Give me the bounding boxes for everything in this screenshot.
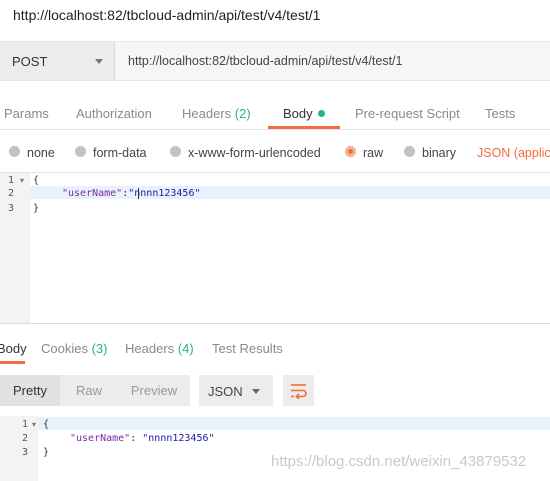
response-active-tab-indicator [0,361,25,364]
json-key: "userName" [62,188,123,199]
response-format-label: JSON [208,384,243,399]
radio-none[interactable] [9,146,20,157]
tab-body-label: Body [283,106,313,121]
body-format-dropdown[interactable]: JSON (applica [477,146,550,160]
chevron-down-icon [95,59,103,64]
line-number: 3 [7,203,14,214]
tab-authorization[interactable]: Authorization [76,106,152,121]
response-active-line [38,417,550,430]
response-tab-cookies[interactable]: Cookies (3) [41,341,107,356]
radio-raw-label: raw [363,146,384,160]
tab-tests[interactable]: Tests [485,106,515,121]
tabs-divider [0,129,550,130]
radio-binary-label: binary [422,146,457,160]
editor-divider [0,172,550,173]
json-key: "userName" [70,433,131,444]
response-format-dropdown[interactable]: JSON [199,375,273,406]
headers-count: (2) [234,106,251,121]
response-line-3: } [43,447,50,458]
tab-params[interactable]: Params [4,106,49,121]
method-label: POST [12,54,48,69]
raw-button[interactable]: Raw [60,375,118,406]
response-tab-body[interactable]: Body [0,341,27,356]
url-input[interactable]: http://localhost:82/tbcloud-admin/api/te… [128,54,402,68]
response-tab-test-results[interactable]: Test Results [212,341,283,356]
code-line-1[interactable]: { [33,175,39,186]
response-line-2: "userName": "nnnn123456" [70,433,215,444]
line-number: 2 [7,188,14,199]
tab-headers-label: Headers [182,106,232,121]
code-line-2[interactable]: "userName":"nnnn123456" [62,188,201,199]
fold-arrow-icon[interactable]: ▾ [20,176,24,185]
json-string-value: "nnnn123456" [142,433,215,444]
radio-urlencoded[interactable] [170,146,181,157]
wrap-lines-icon [291,384,307,399]
tab-body[interactable]: Body [283,106,325,121]
radio-binary[interactable] [404,146,415,157]
request-bar: POST http://localhost:82/tbcloud-admin/a… [0,41,550,81]
preview-button[interactable]: Preview [118,375,190,406]
body-indicator-dot [317,110,325,117]
radio-form-data-label: form-data [93,146,147,160]
response-divider [0,323,550,324]
radio-urlencoded-label: x-www-form-urlencoded [188,146,321,160]
code-line-3[interactable]: } [33,203,39,214]
watermark-text: https://blog.csdn.net/weixin_43879532 [271,453,527,470]
radio-form-data[interactable] [75,146,86,157]
radio-none-label: none [27,146,55,160]
tab-headers[interactable]: Headers (2) [182,106,251,121]
line-number: 1 [7,175,14,186]
response-tab-headers-label: Headers [125,341,175,356]
line-number: 1 [21,419,28,430]
response-line-1: { [43,419,50,430]
json-string-value: "nnnn123456" [128,188,201,199]
window-title: http://localhost:82/tbcloud-admin/api/te… [13,7,321,23]
chevron-down-icon [252,389,260,394]
method-dropdown[interactable]: POST [0,42,115,80]
text-cursor [138,188,139,199]
line-number: 3 [21,447,28,458]
pretty-button[interactable]: Pretty [0,375,60,406]
line-number: 2 [21,433,28,444]
json-colon: : [130,433,143,444]
response-tab-headers[interactable]: Headers (4) [125,341,194,356]
cookies-count: (3) [91,341,108,356]
radio-raw[interactable] [345,146,356,157]
response-tab-cookies-label: Cookies [41,341,88,356]
tab-prerequest-script[interactable]: Pre-request Script [355,106,460,121]
view-mode-group: Pretty Raw Preview [0,375,190,406]
wrap-lines-button[interactable] [283,375,314,406]
fold-arrow-icon[interactable]: ▾ [32,420,36,429]
response-headers-count: (4) [177,341,194,356]
